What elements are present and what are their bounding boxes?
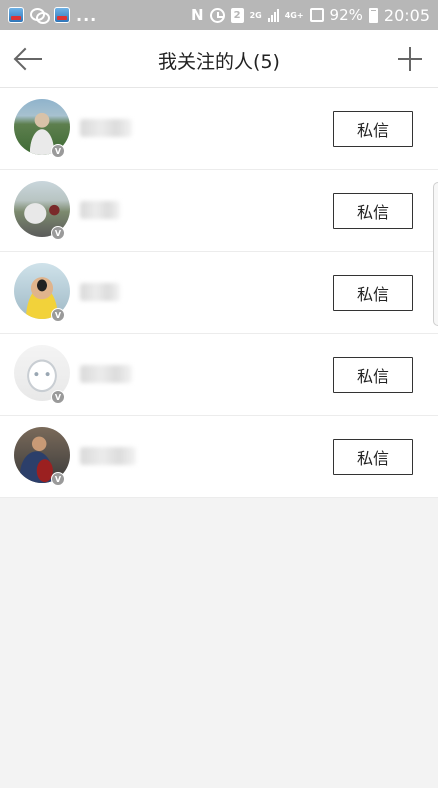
nav-bar: 我关注的人(5) <box>0 30 438 88</box>
signal-label: 2G <box>249 10 262 20</box>
verified-badge: V <box>51 144 65 158</box>
nfc-icon: N <box>191 6 204 24</box>
username-blurred <box>80 447 136 465</box>
sim-slot-badge: 2 <box>230 7 244 23</box>
private-message-button[interactable]: 私信 <box>333 193 413 229</box>
battery-icon <box>368 7 378 23</box>
username-blurred <box>80 365 132 383</box>
list-item[interactable]: V 私信 <box>0 88 438 170</box>
verified-badge: V <box>51 226 65 240</box>
list-item[interactable]: V 私信 <box>0 170 438 252</box>
clock: 20:05 <box>383 5 430 25</box>
private-message-button[interactable]: 私信 <box>333 439 413 475</box>
status-bar: ... N 2 2G 4G+ 92% 20:05 <box>0 0 438 30</box>
network-type: 4G+ <box>284 10 304 20</box>
list-item[interactable]: V 私信 <box>0 416 438 498</box>
follow-list: V 私信 V 私信 V 私信 V 私信 V 私信 <box>0 88 438 498</box>
username-blurred <box>80 201 120 219</box>
private-message-button[interactable]: 私信 <box>333 111 413 147</box>
verified-badge: V <box>51 390 65 404</box>
wechat-icon <box>30 7 50 24</box>
add-icon[interactable] <box>398 47 422 71</box>
verified-badge: V <box>51 472 65 486</box>
private-message-button[interactable]: 私信 <box>333 357 413 393</box>
status-left: ... <box>8 6 97 25</box>
username-blurred <box>80 119 132 137</box>
verified-badge: V <box>51 308 65 322</box>
alarm-icon <box>209 7 225 23</box>
edge-panel-handle[interactable] <box>433 182 438 326</box>
more-notifications: ... <box>76 5 98 25</box>
page-title: 我关注的人(5) <box>158 51 280 73</box>
username-blurred <box>80 283 120 301</box>
status-right: N 2 2G 4G+ 92% 20:05 <box>191 6 430 25</box>
list-item[interactable]: V 私信 <box>0 334 438 416</box>
app-notification-icon <box>8 7 24 23</box>
battery-percent: 92% <box>329 6 363 24</box>
signal-box-icon <box>309 8 324 22</box>
app-notification-icon <box>54 7 70 23</box>
private-message-button[interactable]: 私信 <box>333 275 413 311</box>
signal-icon <box>267 8 279 22</box>
list-item[interactable]: V 私信 <box>0 252 438 334</box>
